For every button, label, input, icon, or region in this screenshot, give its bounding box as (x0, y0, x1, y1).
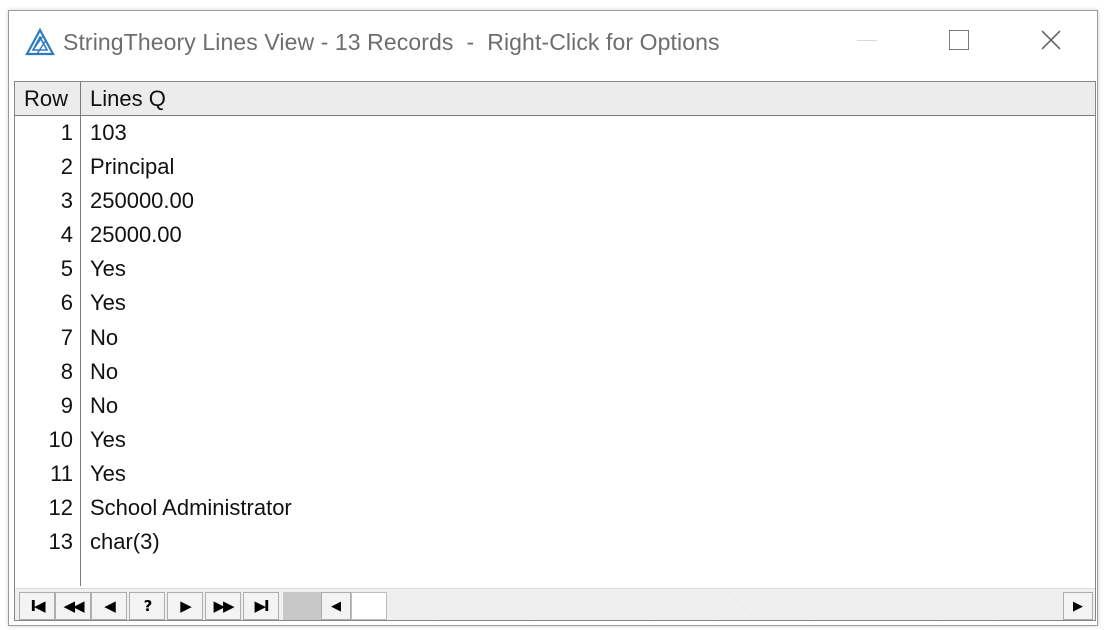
row-number: 8 (60, 358, 73, 384)
title-bar[interactable]: StringTheory Lines View - 13 Records - R… (9, 11, 1097, 73)
skip-to-first-icon: I◀ (30, 597, 45, 615)
line-value: Yes (90, 256, 126, 282)
row-number: 5 (60, 256, 73, 282)
maximize-icon (949, 30, 969, 50)
next-record-button[interactable]: ▶ (167, 592, 203, 620)
row-number: 3 (60, 188, 73, 214)
previous-page-button[interactable]: ◀◀ (55, 592, 91, 620)
row-number: 1 (60, 120, 73, 145)
table-row[interactable]: 5 Yes (15, 252, 1095, 286)
line-value: 250000.00 (90, 188, 194, 214)
table-row[interactable]: 6 Yes (15, 286, 1095, 320)
table-row[interactable]: 9 No (15, 389, 1095, 423)
previous-record-button[interactable]: ◀ (91, 592, 127, 620)
row-number: 10 (48, 426, 73, 452)
list-header: Row Lines Q (15, 82, 1095, 116)
line-value: School Administrator (90, 495, 292, 521)
column-header-row[interactable]: Row (15, 82, 81, 115)
left-icon: ◀ (104, 597, 115, 615)
minimize-icon (857, 39, 877, 41)
skip-to-last-icon: ▶I (254, 597, 269, 615)
question-icon: ? (143, 597, 153, 615)
help-button[interactable]: ? (129, 592, 165, 620)
row-number: 7 (60, 324, 73, 350)
line-value: Yes (90, 460, 126, 486)
scroll-left-icon: ◀ (331, 598, 341, 614)
table-row[interactable]: 2 Principal (15, 150, 1095, 184)
table-row[interactable]: 7 No (15, 321, 1095, 355)
table-row[interactable]: 11 Yes (15, 457, 1095, 491)
line-value: char(3) (90, 529, 160, 555)
row-number: 9 (60, 392, 73, 418)
line-value: No (90, 392, 119, 418)
last-record-button[interactable]: ▶I (243, 592, 279, 620)
row-number: 11 (50, 460, 73, 486)
row-number: 4 (60, 222, 73, 248)
horizontal-scrollbar[interactable]: ◀ ▶ (321, 592, 1093, 620)
window-title: StringTheory Lines View - 13 Records - R… (63, 29, 720, 55)
lines-view-window: StringTheory Lines View - 13 Records - R… (8, 10, 1098, 626)
table-row[interactable]: 12 School Administrator (15, 491, 1095, 525)
lines-list[interactable]: Row Lines Q 1 103 2 Principal 3 250000.00 4 250… (14, 81, 1096, 621)
table-row[interactable]: 8 No (15, 355, 1095, 389)
toolbar-spacer (283, 592, 321, 620)
line-value: No (90, 324, 119, 350)
table-row[interactable]: 4 25000.00 (15, 218, 1095, 252)
minimize-button[interactable] (821, 11, 913, 73)
right-icon: ▶ (180, 597, 191, 615)
line-value: Yes (90, 290, 126, 316)
close-button[interactable] (1005, 11, 1097, 73)
row-number: 13 (48, 529, 73, 555)
next-page-button[interactable]: ▶▶ (205, 592, 241, 620)
line-value: Principal (90, 154, 175, 180)
table-row[interactable]: 3 250000.00 (15, 184, 1095, 218)
table-row[interactable]: 1 103 (15, 116, 1095, 150)
scroll-right-button[interactable]: ▶ (1063, 592, 1093, 620)
line-value: 103 (90, 120, 127, 145)
first-record-button[interactable]: I◀ (19, 592, 55, 620)
line-value: 25000.00 (90, 222, 182, 248)
maximize-button[interactable] (913, 11, 1005, 73)
line-value: No (90, 358, 119, 384)
double-left-icon: ◀◀ (63, 597, 84, 615)
row-number: 2 (60, 154, 73, 180)
stringtheory-triangle-icon (25, 28, 55, 56)
column-header-lines[interactable]: Lines Q (82, 82, 166, 115)
scroll-left-button[interactable]: ◀ (321, 592, 351, 620)
scroll-right-icon: ▶ (1073, 598, 1083, 614)
row-number: 12 (48, 495, 73, 521)
navigation-toolbar: I◀ ◀◀ ◀ ? ▶ ▶▶ ▶I ◀ ▶ (15, 588, 1095, 620)
table-row[interactable]: 10 Yes (15, 423, 1095, 457)
table-row[interactable]: 13 char(3) (15, 525, 1095, 559)
close-icon (1041, 30, 1061, 50)
line-value: Yes (90, 426, 126, 452)
double-right-icon: ▶▶ (213, 597, 234, 615)
scrollbar-thumb[interactable] (351, 592, 387, 620)
row-number: 6 (60, 290, 73, 316)
list-rows: 1 103 2 Principal 3 250000.00 4 25000.00 5 Yes 6 Ye… (15, 116, 1095, 559)
